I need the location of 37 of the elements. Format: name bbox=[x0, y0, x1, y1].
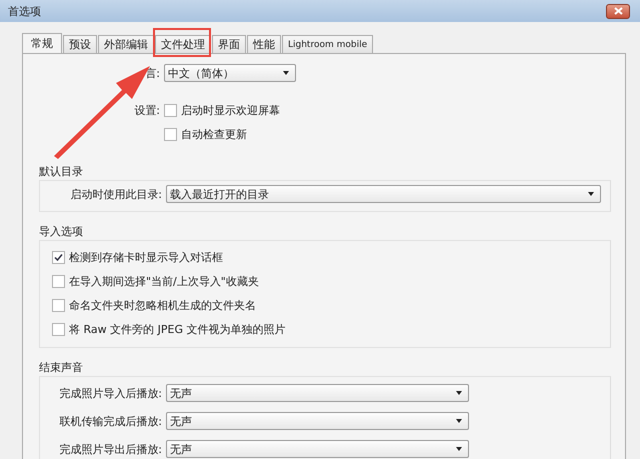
checkbox[interactable] bbox=[52, 274, 65, 288]
tab[interactable]: Lightroom mobile bbox=[282, 35, 374, 53]
window-title: 首选项 bbox=[8, 4, 41, 18]
checkbox-label: 将 Raw 文件旁的 JPEG 文件视为单独的照片 bbox=[69, 322, 286, 336]
language-label: 言: bbox=[144, 66, 161, 80]
highlight-box bbox=[153, 28, 211, 57]
tab[interactable]: 文件处理 bbox=[155, 35, 211, 53]
checkbox[interactable] bbox=[164, 128, 177, 140]
checkbox[interactable] bbox=[164, 104, 177, 116]
settings-label: 设置: bbox=[133, 102, 161, 118]
checkbox[interactable] bbox=[52, 298, 65, 312]
language-dropdown[interactable]: 中文（简体） bbox=[164, 64, 296, 82]
field-label: 完成照片导入后播放: bbox=[58, 386, 163, 400]
checkbox-label: 命名文件夹时忽略相机生成的文件夹名 bbox=[69, 298, 256, 312]
catalog-dropdown[interactable]: 载入最近打开的目录 bbox=[166, 185, 601, 203]
group-title: 默认目录 bbox=[39, 164, 84, 180]
sound-dropdown[interactable]: 无声 bbox=[166, 412, 469, 430]
field-label: 联机传输完成后播放: bbox=[58, 414, 163, 428]
checkbox[interactable] bbox=[52, 322, 65, 336]
group-title: 结束声音 bbox=[39, 360, 84, 376]
close-icon bbox=[614, 7, 622, 15]
field-label: 启动时使用此目录: bbox=[69, 186, 163, 202]
close-button[interactable] bbox=[606, 4, 630, 18]
checkbox-label: 启动时显示欢迎屏幕 bbox=[181, 102, 280, 118]
tab[interactable]: 外部编辑 bbox=[98, 35, 154, 53]
tab[interactable]: 预设 bbox=[63, 35, 97, 53]
checkbox-label: 检测到存储卡时显示导入对话框 bbox=[69, 250, 223, 264]
checkbox[interactable] bbox=[52, 250, 65, 264]
group-title: 导入选项 bbox=[39, 224, 84, 240]
tab[interactable]: 常规 bbox=[22, 33, 62, 53]
tab[interactable]: 界面 bbox=[212, 35, 246, 53]
sound-dropdown[interactable]: 无声 bbox=[166, 440, 469, 458]
sound-dropdown[interactable]: 无声 bbox=[166, 384, 469, 402]
checkbox-label: 在导入期间选择"当前/上次导入"收藏夹 bbox=[69, 274, 259, 288]
tab[interactable]: 性能 bbox=[247, 35, 281, 53]
checkbox-label: 自动检查更新 bbox=[181, 126, 247, 142]
field-label: 完成照片导出后播放: bbox=[58, 442, 163, 456]
